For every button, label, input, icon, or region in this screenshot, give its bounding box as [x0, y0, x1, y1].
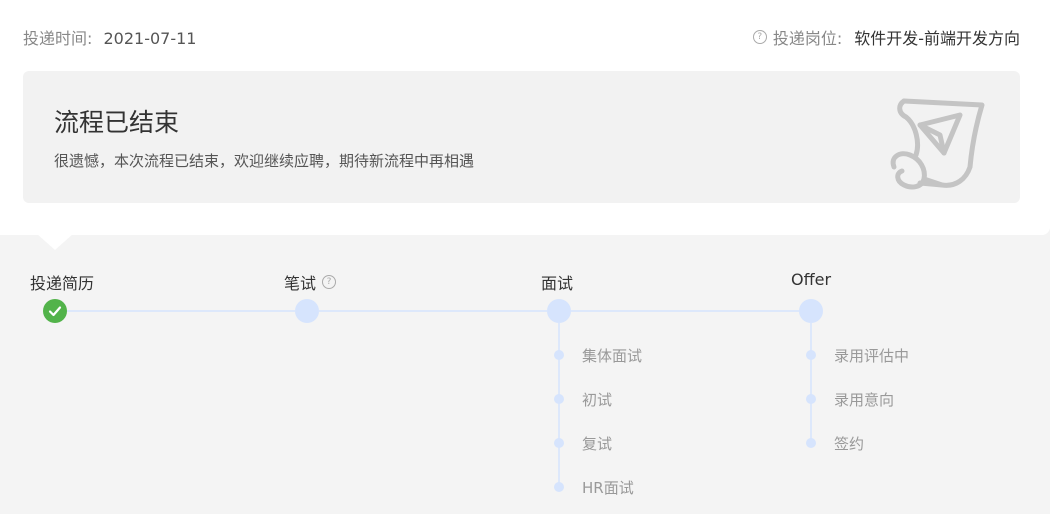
stage-apply-text: 投递简历: [30, 274, 95, 293]
substep-dot: [554, 394, 564, 404]
substep-group-interview: 集体面试: [582, 347, 643, 365]
help-icon[interactable]: ?: [322, 275, 337, 289]
scroll-icon: [890, 98, 985, 190]
substep-first-interview: 初试: [582, 391, 613, 409]
progress-line: [571, 310, 799, 312]
status-description: 很遗憾，本次流程已结束，欢迎继续应聘，期待新流程中再相遇: [54, 152, 475, 170]
stage-node-offer: [799, 299, 823, 323]
stage-written-test-text: 笔试: [284, 274, 317, 293]
substep-dot: [554, 438, 564, 448]
substep-dot: [554, 482, 564, 492]
help-icon[interactable]: ?: [752, 30, 767, 44]
stage-node-interview: [547, 299, 571, 323]
apply-time-label: 投递时间:: [23, 29, 93, 48]
stage-label-interview: 面试: [541, 270, 573, 294]
substep-dot: [554, 350, 564, 360]
substep-dot: [806, 438, 816, 448]
substep-dot: [806, 394, 816, 404]
substep-second-interview: 复试: [582, 435, 613, 453]
substep-line: [810, 323, 812, 443]
apply-time: 投递时间: 2021-07-11: [23, 25, 196, 49]
stage-node-apply: [43, 299, 67, 323]
stage-label-offer: Offer: [791, 270, 831, 289]
position-label: 投递岗位:: [772, 29, 843, 48]
substep-line: [558, 323, 560, 487]
position-info: ? 投递岗位: 软件开发-前端开发方向: [752, 25, 1020, 49]
status-title: 流程已结束: [54, 108, 180, 137]
stage-node-written-test: [295, 299, 319, 323]
stage-label-apply: 投递简历: [30, 270, 94, 294]
stage-interview-text: 面试: [541, 274, 574, 293]
status-box: 流程已结束 很遗憾，本次流程已结束，欢迎继续应聘，期待新流程中再相遇: [23, 71, 1020, 203]
stage-offer-text: Offer: [791, 270, 832, 289]
progress-line: [67, 310, 295, 312]
application-card: 投递时间: 2021-07-11 ? 投递岗位: 软件开发-前端开发方向 流程已…: [0, 0, 1050, 235]
apply-time-value: 2021-07-11: [103, 29, 197, 48]
substep-dot: [806, 350, 816, 360]
position-value: 软件开发-前端开发方向: [854, 29, 1020, 48]
check-icon: [48, 306, 62, 317]
stage-label-written-test: 笔试 ?: [284, 270, 337, 294]
card-pointer: [37, 234, 73, 250]
substep-hr-interview: HR面试: [582, 479, 634, 497]
substep-offer-evaluation: 录用评估中: [834, 347, 910, 365]
substep-offer-intent: 录用意向: [834, 391, 895, 409]
substep-sign: 签约: [834, 435, 865, 453]
progress-line: [319, 310, 547, 312]
